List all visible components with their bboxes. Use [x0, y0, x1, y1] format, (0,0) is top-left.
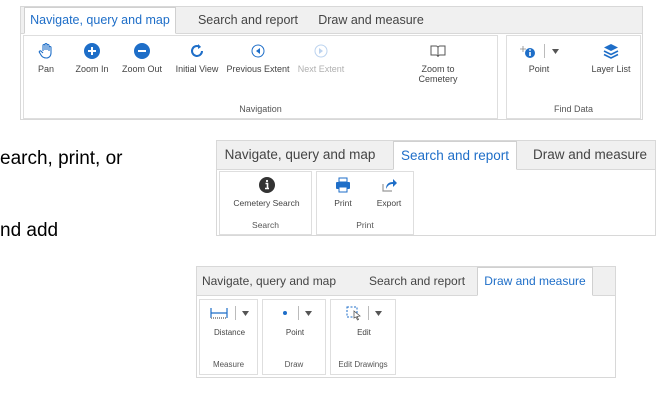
pan-button[interactable]: Pan — [28, 42, 64, 74]
zoom-to-cemetery-button[interactable]: Zoom to Cemetery — [410, 42, 466, 85]
zoom-to-cemetery-label: Zoom to Cemetery — [418, 64, 458, 85]
zoom-out-label: Zoom Out — [121, 64, 162, 74]
distance-button[interactable]: Distance — [200, 305, 259, 337]
group-find-data: Point Layer List Find Data — [506, 35, 641, 119]
printer-icon — [336, 177, 350, 193]
draw-point-button[interactable]: Point — [263, 305, 327, 337]
group-measure: Distance Measure — [199, 299, 258, 375]
chevron-down-icon — [375, 310, 383, 316]
cemetery-search-button[interactable]: Cemetery Search — [220, 176, 313, 209]
ribbon-panel-search: Navigate, query and map Search and repor… — [216, 140, 656, 236]
export-button[interactable]: Export — [369, 176, 409, 209]
group-draw: Point Draw — [262, 299, 326, 375]
initial-view-button[interactable]: Initial View — [172, 42, 222, 74]
tab-search-report[interactable]: Search and report — [359, 267, 475, 295]
tab-search-report[interactable]: Search and report — [193, 7, 303, 33]
tab-bar: Navigate, query and map Search and repor… — [217, 141, 655, 170]
chevron-down-icon — [305, 310, 313, 316]
tab-search-report[interactable]: Search and report — [393, 141, 517, 170]
group-label-edit-drawings: Edit Drawings — [338, 360, 388, 369]
group-edit-drawings: Edit Edit Drawings — [330, 299, 396, 375]
group-navigation: Pan Zoom In Zoom Out Initial View Previo… — [23, 35, 498, 119]
background-text-line1: earch, print, or — [0, 148, 123, 169]
previous-extent-button[interactable]: Previous Extent — [226, 42, 290, 74]
group-label-print: Print — [356, 220, 374, 230]
layer-list-button[interactable]: Layer List — [583, 42, 639, 74]
layer-list-label: Layer List — [591, 64, 631, 74]
export-icon — [382, 179, 397, 192]
group-label-find-data: Find Data — [553, 104, 594, 114]
ribbon-panel-navigate: Navigate, query and map Search and repor… — [20, 6, 643, 120]
tab-navigate-query-map[interactable]: Navigate, query and map — [197, 267, 341, 295]
draw-point-label: Point — [285, 328, 305, 337]
tab-navigate-query-map[interactable]: Navigate, query and map — [217, 141, 383, 169]
background-text-line2: nd add — [0, 220, 59, 241]
dot-icon — [282, 311, 287, 315]
tab-navigate-query-map[interactable]: Navigate, query and map — [24, 7, 176, 34]
zoom-out-button[interactable]: Zoom Out — [117, 42, 167, 74]
group-search: Cemetery Search Search — [219, 171, 312, 235]
print-button[interactable]: Print — [323, 176, 363, 209]
tab-draw-measure[interactable]: Draw and measure — [477, 267, 593, 296]
distance-label: Distance — [213, 328, 246, 337]
group-label-search: Search — [252, 220, 279, 230]
arrow-left-icon — [251, 44, 265, 58]
group-label-navigation: Navigation — [239, 104, 282, 114]
group-print: Print Export Print — [316, 171, 414, 235]
previous-extent-label: Previous Extent — [226, 64, 290, 74]
edit-button[interactable]: Edit — [331, 305, 397, 337]
zoom-in-button[interactable]: Zoom In — [70, 42, 114, 74]
zoom-out-icon — [134, 43, 150, 59]
book-icon — [430, 45, 446, 58]
info-icon — [258, 177, 275, 193]
next-extent-label: Next Extent — [297, 64, 345, 74]
hand-icon — [38, 42, 52, 59]
arrow-right-icon — [314, 44, 328, 58]
export-label: Export — [376, 198, 402, 208]
ribbon-panel-draw: Navigate, query and map Search and repor… — [196, 266, 616, 378]
identify-point-icon — [520, 46, 536, 58]
next-extent-button[interactable]: Next Extent — [291, 42, 351, 74]
zoom-in-icon — [84, 43, 100, 59]
point-label: Point — [528, 64, 550, 74]
initial-view-label: Initial View — [175, 64, 219, 74]
chevron-down-icon — [241, 310, 249, 316]
group-label-draw: Draw — [284, 360, 304, 369]
ruler-icon — [210, 308, 228, 319]
tab-bar: Navigate, query and map Search and repor… — [197, 267, 615, 296]
edit-label: Edit — [357, 328, 371, 337]
layers-icon — [603, 44, 619, 59]
tab-draw-measure[interactable]: Draw and measure — [315, 7, 427, 33]
pan-label: Pan — [37, 64, 54, 74]
cemetery-search-label: Cemetery Search — [233, 198, 300, 208]
tab-draw-measure[interactable]: Draw and measure — [527, 141, 653, 169]
chevron-down-icon — [551, 48, 559, 54]
print-label: Print — [334, 198, 352, 208]
zoom-in-label: Zoom In — [75, 64, 109, 74]
group-label-measure: Measure — [212, 360, 245, 369]
identify-point-button[interactable]: Point — [511, 42, 567, 74]
refresh-icon — [191, 44, 203, 57]
edit-select-icon — [346, 306, 361, 321]
tab-bar: Navigate, query and map Search and repor… — [21, 7, 642, 34]
